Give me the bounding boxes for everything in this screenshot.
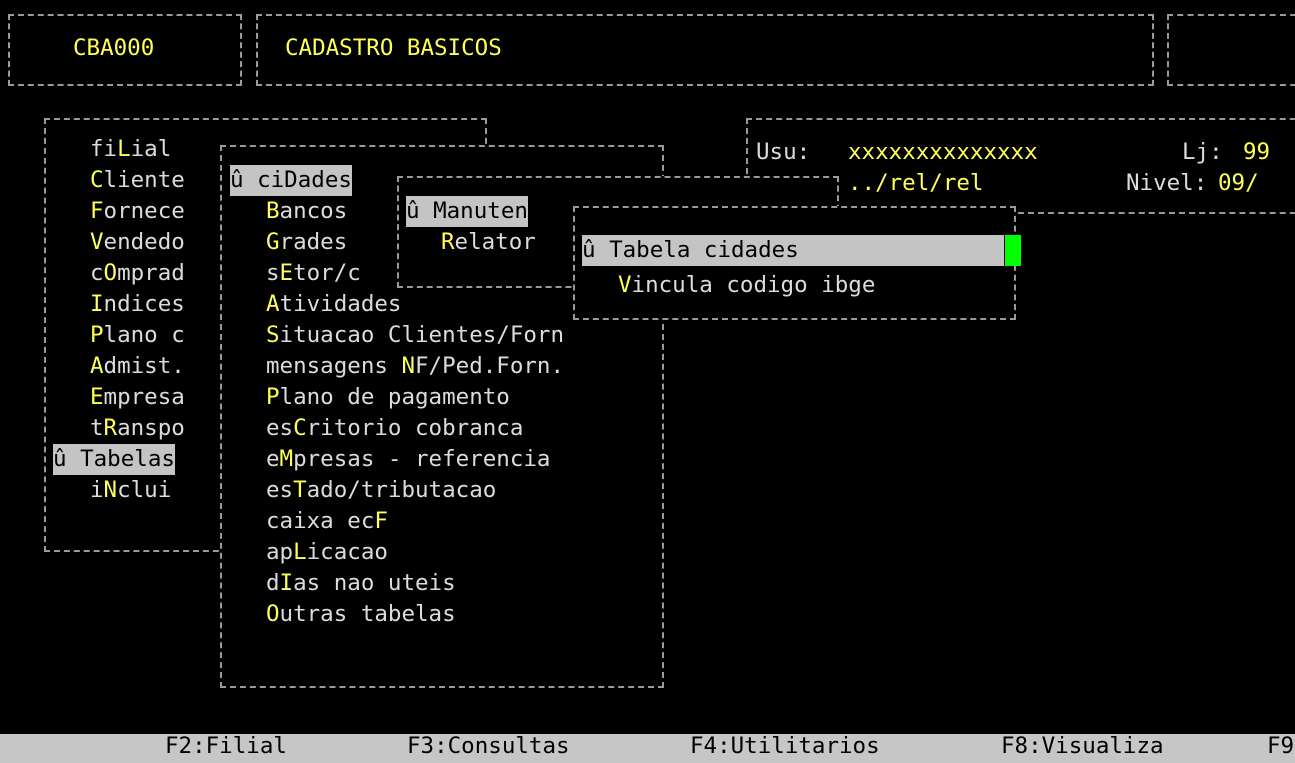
page-title: CADASTRO BASICOS: [285, 35, 502, 61]
menu-item-vendedor[interactable]: Vendedo: [90, 227, 185, 258]
menu-item-admist[interactable]: Admist.: [90, 351, 185, 382]
fkey-utilitarios[interactable]: F4:Utilitarios: [690, 734, 880, 762]
store-label: Lj:: [1182, 139, 1223, 165]
function-key-bar: F2:Filial F3:Consultas F4:Utilitarios F8…: [0, 734, 1295, 763]
submenu-item-vincula-ibge[interactable]: Vincula codigo ibge: [618, 270, 875, 301]
submenu-item-relatorio[interactable]: Relator: [441, 227, 536, 258]
submenu-item-empresas-referencia[interactable]: eMpresas - referencia: [266, 444, 550, 475]
terminal-screen: CBA000 CADASTRO BASICOS Usu: xxxxxxxxxxx…: [0, 0, 1295, 734]
submenu-item-plano-pagamento[interactable]: Plano de pagamento: [266, 382, 510, 413]
fkey-f9[interactable]: F9: [1267, 734, 1294, 762]
menu-item-empresa[interactable]: Empresa: [90, 382, 185, 413]
menu-item-filial[interactable]: fiLial: [90, 134, 171, 165]
submenu-item-outras-tabelas[interactable]: Outras tabelas: [266, 599, 456, 630]
fkey-consultas[interactable]: F3:Consultas: [407, 734, 570, 762]
submenu-item-cidades[interactable]: û ciDades: [230, 165, 352, 196]
submenu-item-estado[interactable]: esTado/tributacao: [266, 475, 496, 506]
user-label: Usu:: [756, 139, 811, 165]
submenu-item-tabela-cidades[interactable]: û Tabela cidades: [582, 235, 1004, 266]
submenu-item-manutencao[interactable]: û Manuten: [406, 196, 528, 227]
level-label: Nivel:: [1126, 170, 1208, 196]
fkey-visualiza[interactable]: F8:Visualiza: [1001, 734, 1164, 762]
submenu-item-mensagens[interactable]: mensagens NF/Ped.Forn.: [266, 351, 564, 382]
submenu-item-situacao[interactable]: Situacao Clientes/Forn: [266, 320, 564, 351]
level-value: 09/: [1218, 170, 1259, 196]
menu-item-comprador[interactable]: cOmprad: [90, 258, 185, 289]
menu-item-inclui[interactable]: iNclui: [90, 475, 171, 506]
menu-item-transportadora[interactable]: tRanspo: [90, 413, 185, 444]
user-value: xxxxxxxxxxxxxx: [848, 139, 1038, 165]
submenu-item-atividades[interactable]: Atividades: [266, 289, 401, 320]
submenu-item-bancos[interactable]: Bancos: [266, 196, 347, 227]
text-cursor: [1005, 235, 1021, 266]
submenu-item-setor[interactable]: sEtor/c: [266, 258, 361, 289]
store-value: 99: [1243, 139, 1271, 165]
menu-item-tabelas[interactable]: û Tabelas: [53, 444, 175, 475]
menu-item-fornecedor[interactable]: Fornece: [90, 196, 185, 227]
menu-item-cliente[interactable]: Cliente: [90, 165, 185, 196]
menu-item-indices[interactable]: Indices: [90, 289, 185, 320]
submenu-item-dias-nao-uteis[interactable]: dIas nao uteis: [266, 568, 456, 599]
path-value: ../rel/rel: [848, 170, 984, 196]
submenu-item-caixa-ecf[interactable]: caixa ecF: [266, 506, 388, 537]
submenu-item-aplicacao[interactable]: apLicacao: [266, 537, 388, 568]
menu-item-plano[interactable]: Plano c: [90, 320, 185, 351]
right-header-box: [1167, 14, 1295, 86]
program-code: CBA000: [73, 35, 155, 61]
submenu-item-grades[interactable]: Grades: [266, 227, 347, 258]
submenu-item-escritorio[interactable]: esCritorio cobranca: [266, 413, 523, 444]
fkey-filial[interactable]: F2:Filial: [165, 734, 287, 762]
